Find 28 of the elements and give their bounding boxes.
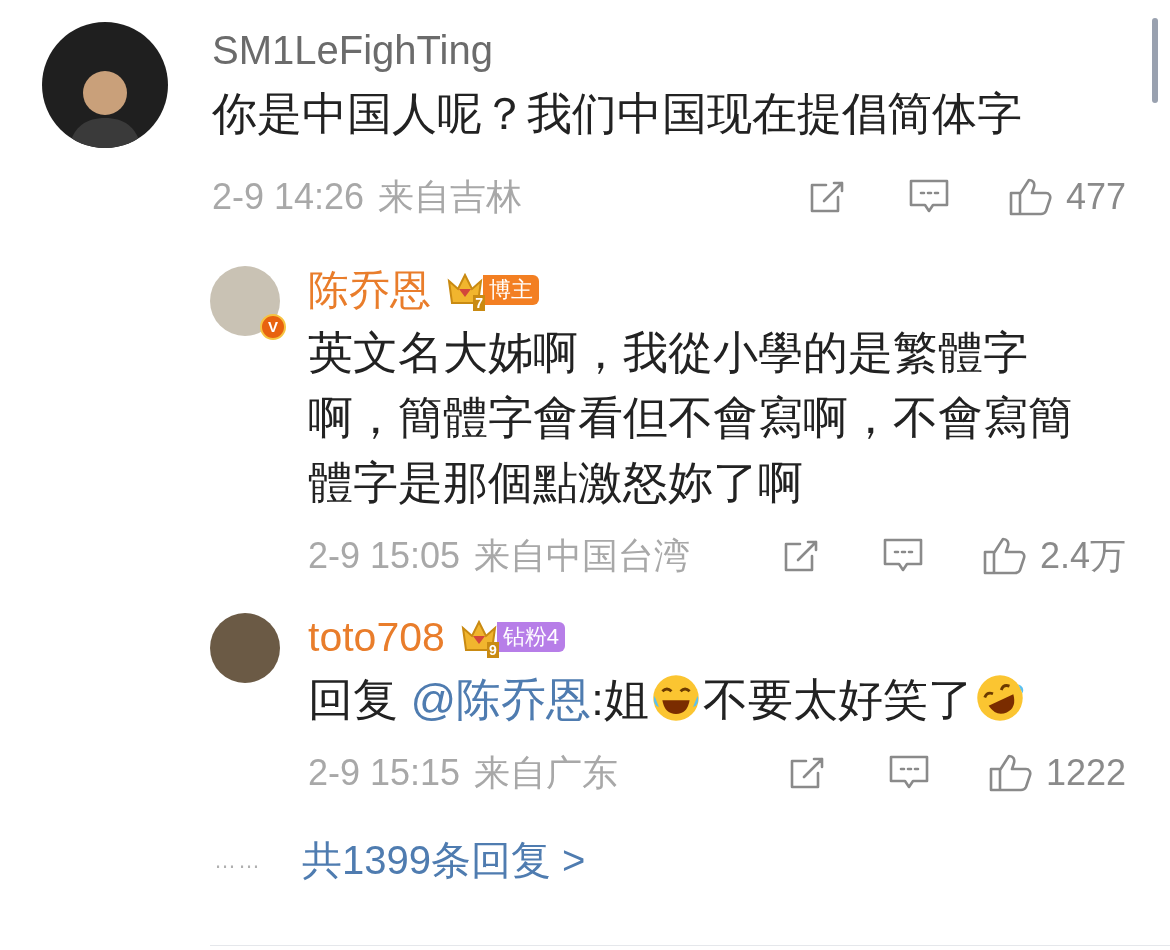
user-badge: 钻粉4 <box>496 622 566 652</box>
username[interactable]: SM1LeFighTing <box>212 22 1126 78</box>
thumbs-up-icon[interactable] <box>987 753 1034 793</box>
username[interactable]: 陈乔恩 <box>308 262 431 318</box>
comment-text: 你是中国人呢？我们中国现在提倡简体字 <box>212 87 1023 141</box>
crown-level: 7 <box>473 295 485 311</box>
like-count: 1222 <box>1045 751 1126 795</box>
thumbs-up-icon[interactable] <box>1007 177 1054 217</box>
comment-time: 2-9 15:05 <box>308 534 461 578</box>
comment-text: 回复 @陈乔恩:姐 不要太好笑了 <box>308 667 1126 732</box>
verified-badge: V <box>260 314 286 340</box>
comment-time: 2-9 15:15 <box>308 751 461 795</box>
thumbs-up-icon[interactable] <box>981 536 1028 576</box>
mention-link[interactable]: @陈乔恩 <box>410 674 592 725</box>
like-count: 2.4万 <box>1039 534 1126 578</box>
ellipsis-dots: …… <box>214 846 262 875</box>
like-count: 477 <box>1065 175 1126 219</box>
user-badge: 博主 <box>483 275 539 305</box>
more-replies-link[interactable]: 共1399条回复 > <box>302 830 586 890</box>
username[interactable]: toto708 <box>308 609 445 665</box>
laughing-face-icon <box>650 673 701 723</box>
comment-location: 来自广东 <box>474 751 619 795</box>
comment-location: 来自中国台湾 <box>474 534 691 578</box>
crown-level: 9 <box>487 642 499 658</box>
comment-text: 英文名大姊啊，我從小學的是繁體字啊，簡體字會看但不會寫啊，不會寫簡體字是那個點激怒妳了啊 <box>308 326 1074 510</box>
comment-time: 2-9 14:26 <box>212 175 365 219</box>
comment-location: 来自吉林 <box>378 175 523 219</box>
laughing-face-icon <box>974 673 1025 723</box>
